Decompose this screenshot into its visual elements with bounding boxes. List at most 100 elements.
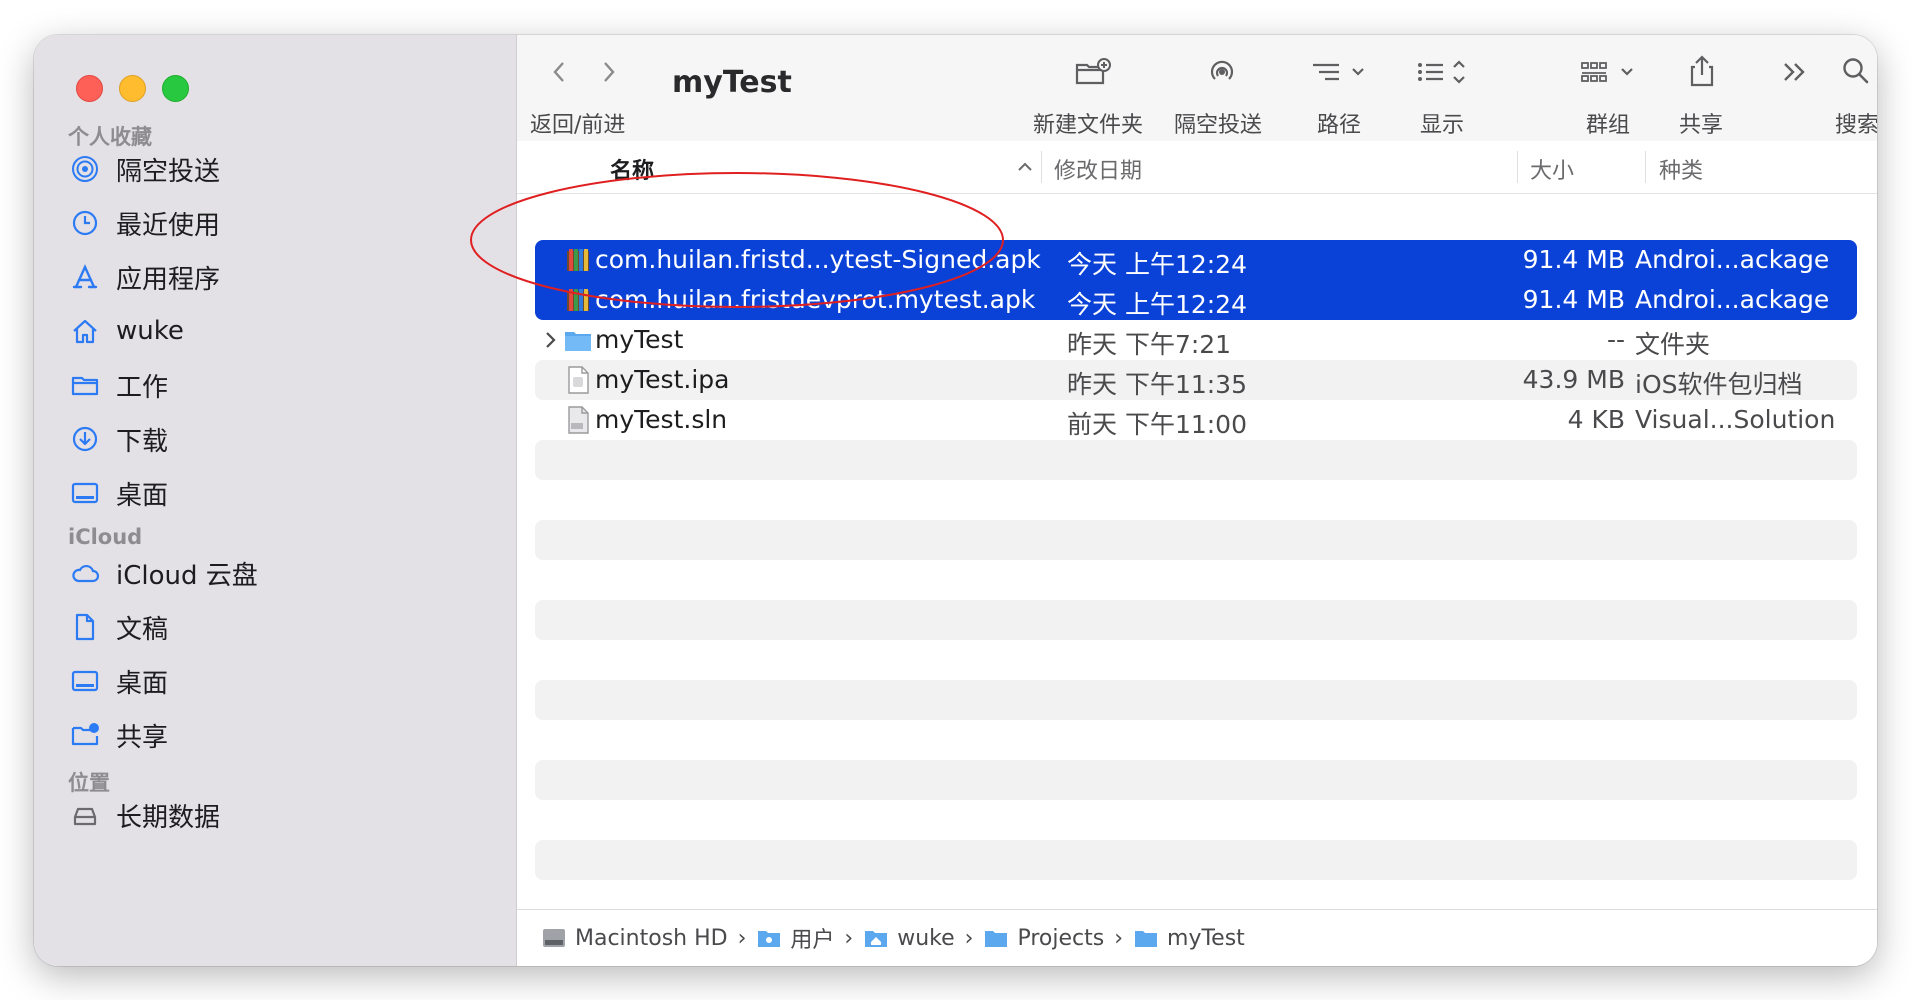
file-kind: Visual...Solution [1635, 405, 1836, 434]
file-kind: iOS软件包归档 [1635, 370, 1803, 399]
sidebar-item-downloads[interactable]: 下载 [68, 413, 168, 465]
airdrop-label: 隔空投送 [1174, 113, 1263, 138]
folder-icon [985, 931, 1008, 947]
disclosure-triangle-icon[interactable] [543, 328, 559, 352]
file-name: com.huilan.fristdevprot.mytest.apk [595, 285, 1036, 314]
file-size: 4 KB [1567, 405, 1625, 434]
sidebar-item-work[interactable]: 工作 [68, 359, 168, 411]
apk-icon [567, 249, 589, 271]
home-icon [68, 314, 102, 348]
sidebar-item-label: 隔空投送 [116, 156, 221, 187]
sidebar-item-icloud-drive[interactable]: iCloud 云盘 [68, 547, 258, 599]
empty-row-stripe [535, 600, 1857, 640]
window-controls [76, 75, 189, 102]
file-kind: Androi...ackage [1635, 245, 1830, 274]
empty-row-stripe [535, 440, 1857, 480]
airdrop-button[interactable] [1205, 55, 1239, 89]
empty-row-stripe [535, 840, 1857, 880]
file-date: 昨天 下午11:35 [1067, 370, 1247, 399]
column-divider[interactable] [1041, 151, 1042, 183]
cloud-icon [68, 556, 102, 590]
path-crumb-wuke[interactable]: wuke › [863, 926, 973, 951]
group-label: 群组 [1586, 113, 1631, 138]
column-header-kind[interactable]: 种类 [1659, 153, 1703, 185]
sidebar-item-label: 最近使用 [116, 210, 221, 241]
sidebar-item-label: 长期数据 [116, 802, 221, 833]
path-bar: Macintosh HD › 用户 › wuke › Projects › myTest [517, 909, 1877, 966]
list-view-icon [1418, 60, 1465, 84]
file-row[interactable]: com.huilan.fristdevprot.mytest.apk 今天 上午… [535, 280, 1857, 320]
column-header-name[interactable]: 名称 [610, 153, 654, 185]
forward-button[interactable] [597, 57, 621, 87]
shared-folder-icon [68, 718, 102, 752]
file-kind: Androi...ackage [1635, 285, 1830, 314]
airdrop-icon [68, 152, 102, 186]
sidebar-item-recents[interactable]: 最近使用 [68, 197, 220, 249]
path-crumb-users[interactable]: 用户 › [756, 922, 853, 954]
file-size: 91.4 MB [1522, 245, 1625, 274]
sidebar-item-label: 应用程序 [116, 264, 221, 295]
column-headers: 名称 修改日期 大小 种类 [517, 141, 1877, 194]
file-date: 今天 上午12:24 [1067, 250, 1247, 279]
more-toolbar-button[interactable] [1779, 57, 1811, 87]
search-label: 搜索 [1835, 113, 1877, 138]
empty-row-stripe [535, 680, 1857, 720]
sidebar-item-documents[interactable]: 文稿 [68, 601, 168, 653]
back-button[interactable] [547, 57, 571, 87]
view-button[interactable] [1415, 57, 1471, 87]
share-button[interactable] [1685, 53, 1719, 89]
new-folder-label: 新建文件夹 [1033, 113, 1144, 138]
new-folder-button[interactable] [1073, 55, 1113, 89]
column-header-date[interactable]: 修改日期 [1054, 153, 1142, 185]
file-row[interactable]: myTest 昨天 下午7:21 -- 文件夹 [535, 320, 1857, 360]
file-size: -- [1606, 325, 1625, 354]
sidebar-item-label: 工作 [116, 372, 169, 403]
path-crumb-projects[interactable]: Projects › [983, 926, 1123, 951]
sidebar-item-airdrop[interactable]: 隔空投送 [68, 143, 220, 195]
column-divider[interactable] [1517, 151, 1518, 183]
sidebar-item-label: wuke [116, 316, 184, 346]
sln-file-icon [568, 406, 589, 434]
view-label: 显示 [1420, 113, 1465, 138]
empty-row-stripe [535, 760, 1857, 800]
double-chevron-right-icon [1784, 63, 1805, 81]
file-date: 今天 上午12:24 [1067, 290, 1247, 319]
applications-icon [68, 260, 102, 294]
sidebar-item-desktop[interactable]: 桌面 [68, 467, 168, 519]
search-button[interactable] [1840, 55, 1872, 87]
hard-drive-icon [543, 929, 565, 947]
file-name: com.huilan.fristd...ytest-Signed.apk [595, 245, 1041, 274]
sidebar-item-drive[interactable]: 长期数据 [68, 789, 220, 841]
path-crumb-mytest[interactable]: myTest [1133, 926, 1245, 951]
file-date: 前天 下午11:00 [1067, 410, 1247, 439]
zoom-window-button[interactable] [162, 75, 189, 102]
toolbar: 返回/前进 myTest 新建文件夹 隔空投送 路径 显示 群组 共享 搜索 [517, 35, 1877, 142]
group-button[interactable] [1579, 57, 1641, 87]
ipa-file-icon [568, 366, 589, 394]
airdrop-icon [1210, 60, 1234, 80]
path-crumb-macintosh-hd[interactable]: Macintosh HD › [541, 926, 746, 951]
back-forward-label: 返回/前进 [530, 113, 626, 138]
close-window-button[interactable] [76, 75, 103, 102]
sidebar-item-label: iCloud 云盘 [116, 560, 258, 591]
file-row[interactable]: myTest.sln 前天 下午11:00 4 KB Visual...Solu… [535, 400, 1857, 440]
path-button[interactable] [1309, 57, 1371, 87]
sidebar-item-home[interactable]: wuke [68, 305, 184, 357]
sort-ascending-icon[interactable] [1017, 161, 1033, 173]
download-icon [68, 422, 102, 456]
file-row[interactable]: com.huilan.fristd...ytest-Signed.apk 今天 … [535, 240, 1857, 280]
column-divider[interactable] [1645, 151, 1646, 183]
sidebar-section-icloud: iCloud [68, 525, 143, 549]
folder-icon [1135, 931, 1158, 947]
sidebar-item-applications[interactable]: 应用程序 [68, 251, 220, 303]
share-icon [1690, 55, 1714, 87]
home-folder-icon [865, 931, 888, 947]
column-header-size[interactable]: 大小 [1530, 153, 1574, 185]
file-size: 91.4 MB [1522, 285, 1625, 314]
sidebar-item-shared[interactable]: 共享 [68, 709, 168, 761]
minimize-window-button[interactable] [119, 75, 146, 102]
sidebar-item-icloud-desktop[interactable]: 桌面 [68, 655, 168, 707]
file-row[interactable]: myTest.ipa 昨天 下午11:35 43.9 MB iOS软件包归档 [535, 360, 1857, 400]
empty-row-stripe [535, 520, 1857, 560]
sidebar-item-label: 桌面 [116, 668, 169, 699]
